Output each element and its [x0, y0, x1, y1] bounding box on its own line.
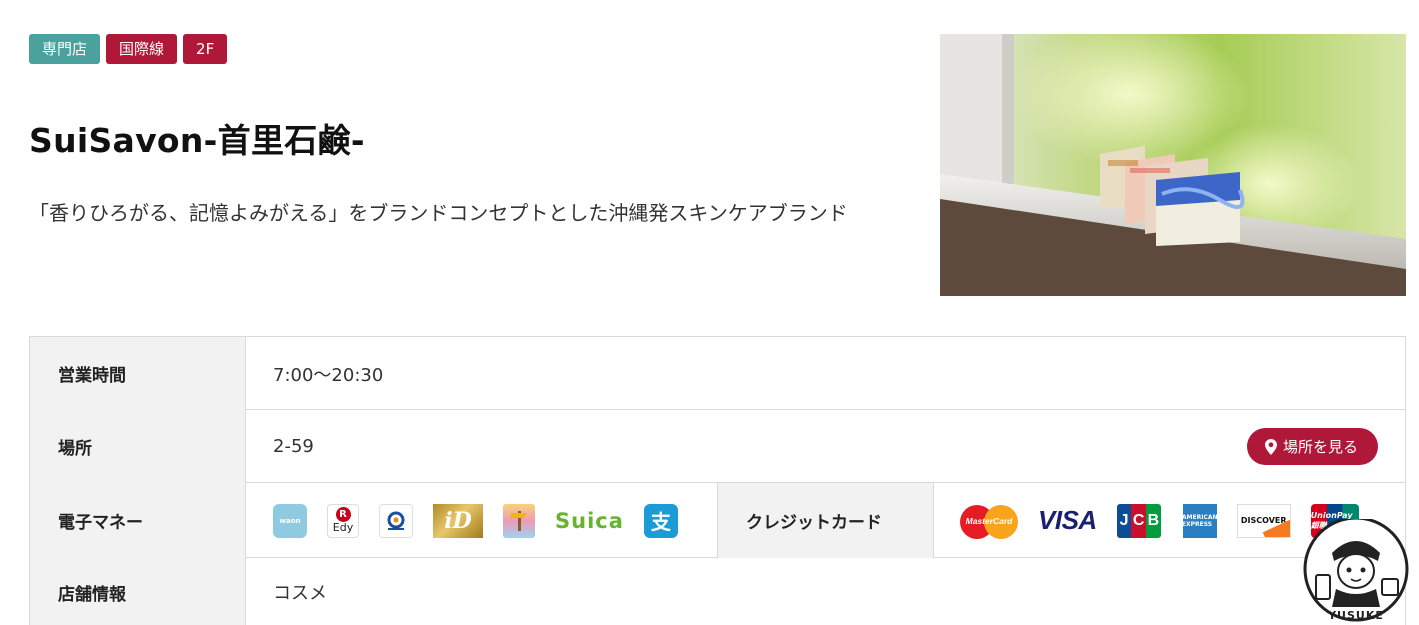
- nimoca-icon: [503, 503, 535, 538]
- amex-icon: AMERICAN EXPRESS: [1182, 503, 1218, 538]
- emoney-label: 電子マネー: [30, 483, 246, 558]
- suica-icon: Suica: [555, 508, 624, 533]
- tag-specialty-store[interactable]: 専門店: [29, 34, 101, 64]
- visa-icon: VISA: [1038, 505, 1097, 535]
- view-location-button[interactable]: 場所を見る: [1246, 428, 1378, 465]
- location-cell: 2-59 場所を見る: [246, 410, 1406, 483]
- jcb-icon: J C B: [1116, 503, 1161, 538]
- hours-label: 営業時間: [30, 337, 246, 410]
- shop-title: SuiSavon-首里石鹸-: [29, 121, 365, 160]
- id-icon: iD: [433, 503, 483, 538]
- edy-label: Edy: [332, 521, 354, 534]
- jcb-letter-b: B: [1146, 503, 1161, 538]
- credit-card-label: クレジットカード: [718, 483, 934, 558]
- yusuke-avatar-badge[interactable]: YUSUKE: [1302, 519, 1410, 625]
- discover-icon: DISCOVER: [1236, 503, 1291, 538]
- location-value: 2-59: [273, 436, 314, 457]
- location-label: 場所: [30, 410, 246, 483]
- mastercard-label: MasterCard: [965, 515, 1013, 526]
- jcb-letter-j: J: [1116, 503, 1132, 538]
- view-location-label: 場所を見る: [1282, 438, 1358, 456]
- jcb-letter-c: C: [1131, 503, 1147, 538]
- shop-info-row: 店舗情報 コスメ: [30, 558, 1406, 625]
- tag-floor[interactable]: 2F: [183, 34, 228, 64]
- location-row: 場所 2-59 場所を見る: [30, 410, 1406, 483]
- payment-row: 電子マネー waon R Edy iD Suica 支 クレジットカード Mast…: [30, 483, 1406, 558]
- shop-info-value: コスメ: [246, 558, 1406, 625]
- waon-icon: waon: [273, 503, 307, 538]
- tag-international[interactable]: 国際線: [106, 34, 178, 64]
- hours-row: 営業時間 7:00～20:30: [30, 337, 1406, 410]
- shop-description: 「香りひろがる、記憶よみがえる」をブランドコンセプトとした沖縄発スキンケアブラン…: [29, 201, 848, 225]
- shop-info-table: 営業時間 7:00～20:30 場所 2-59 場所を見る 電子マネー waon…: [29, 336, 1406, 625]
- emoney-logos: waon R Edy iD Suica 支: [246, 483, 718, 558]
- quicpay-icon: [379, 503, 413, 538]
- hours-value: 7:00～20:30: [246, 337, 1406, 410]
- mastercard-icon: MasterCard: [960, 502, 1018, 540]
- edy-mark: R: [335, 507, 351, 522]
- badge-text: YUSUKE: [1327, 609, 1384, 622]
- shop-photo: [940, 34, 1406, 296]
- edy-icon: R Edy: [327, 503, 359, 538]
- alipay-icon: 支: [643, 503, 678, 538]
- shop-info-label: 店舗情報: [30, 558, 246, 625]
- map-pin-icon: [1264, 438, 1277, 455]
- category-tags: 専門店 国際線 2F: [29, 34, 228, 64]
